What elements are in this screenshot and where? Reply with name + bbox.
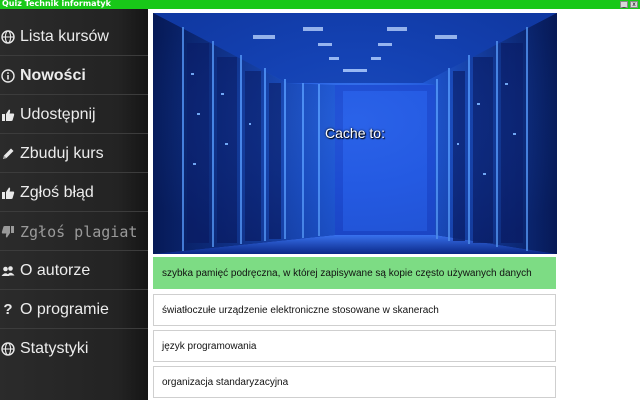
globe-icon: [1, 29, 15, 44]
users-icon: [1, 264, 15, 278]
sidebar-item-label: O autorze: [20, 261, 91, 279]
pencil-icon: [1, 147, 15, 161]
sidebar-item-lista-kursow[interactable]: Lista kursów: [0, 18, 148, 56]
sidebar-item-udostepnij[interactable]: Udostępnij: [0, 96, 148, 134]
sidebar-item-label: Statystyki: [20, 340, 89, 357]
question-text: Cache to:: [325, 125, 385, 141]
sidebar-item-label: Zbuduj kurs: [20, 144, 104, 162]
sidebar-item-label: Lista kursów: [20, 27, 109, 45]
sidebar-item-label: Zgłoś plagiat: [20, 222, 138, 241]
sidebar-item-o-autorze[interactable]: O autorze: [0, 252, 148, 290]
window-title: Quiz Technik informatyk: [2, 0, 111, 8]
sidebar-item-label: Nowości: [20, 66, 86, 84]
sidebar-item-statystyki[interactable]: Statystyki: [0, 330, 148, 368]
sidebar-item-zglos-plagiat[interactable]: Zgłoś plagiat: [0, 213, 148, 251]
right-margin: [564, 9, 640, 400]
question-icon: ?: [3, 301, 13, 318]
answer-option-3[interactable]: język programowania: [153, 330, 556, 362]
answer-option-1[interactable]: szybka pamięć podręczna, w której zapisy…: [153, 257, 556, 289]
answer-option-4[interactable]: organizacja standaryzacyjna: [153, 366, 556, 398]
sidebar-item-label: O programie: [20, 300, 109, 318]
sidebar-item-label: Zgłoś błąd: [20, 183, 94, 201]
minimize-button[interactable]: _: [620, 1, 628, 8]
sidebar-item-zbuduj-kurs[interactable]: Zbuduj kurs: [0, 135, 148, 173]
globe-icon: [1, 342, 15, 356]
question-image: Cache to:: [153, 13, 557, 254]
info-icon: [1, 68, 15, 83]
close-button[interactable]: x: [630, 1, 638, 8]
bug-icon: [1, 186, 15, 200]
sidebar: Lista kursów Nowości Udostępnij Zbuduj k…: [0, 9, 148, 400]
thumbs-up-icon: [1, 108, 15, 122]
sidebar-item-o-programie[interactable]: ? O programie: [0, 291, 148, 329]
sidebar-item-nowosci[interactable]: Nowości: [0, 57, 148, 95]
sidebar-item-label: Udostępnij: [20, 105, 96, 123]
window-titlebar: Quiz Technik informatyk _ x: [0, 0, 640, 9]
thumbs-down-icon: [1, 225, 15, 239]
sidebar-item-zglos-blad[interactable]: Zgłoś błąd: [0, 174, 148, 212]
answer-option-2[interactable]: światłoczułe urządzenie elektroniczne st…: [153, 294, 556, 326]
